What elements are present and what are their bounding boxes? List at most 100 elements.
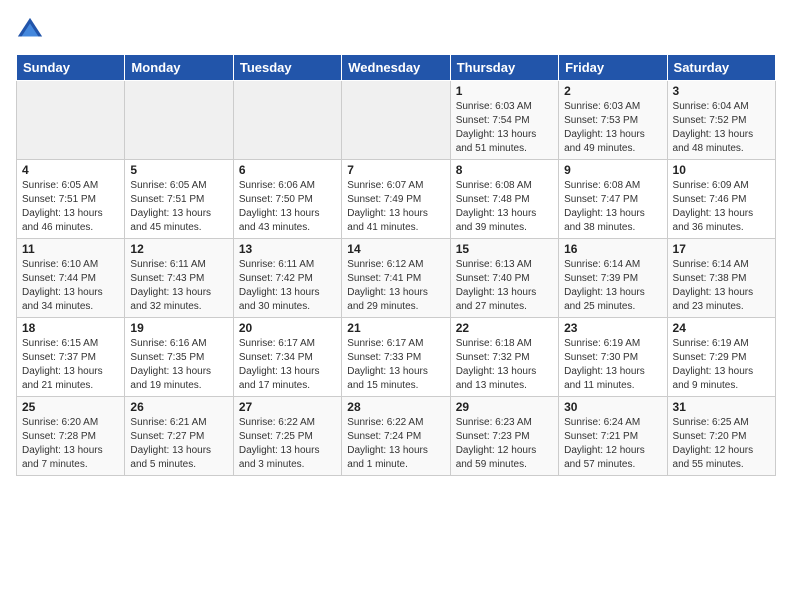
calendar-cell — [342, 81, 450, 160]
day-info: Sunrise: 6:07 AM Sunset: 7:49 PM Dayligh… — [347, 179, 444, 235]
day-info: Sunrise: 6:21 AM Sunset: 7:27 PM Dayligh… — [130, 416, 227, 472]
calendar-cell: 9 Sunrise: 6:08 AM Sunset: 7:47 PM Daylig… — [559, 160, 667, 239]
day-info: Sunrise: 6:05 AM Sunset: 7:51 PM Dayligh… — [22, 179, 119, 235]
week-row-4: 25Sunrise: 6:20 AM Sunset: 7:28 PM Dayli… — [17, 397, 776, 476]
day-number: 27 — [239, 400, 336, 414]
day-info: Sunrise: 6:13 AM Sunset: 7:40 PM Dayligh… — [456, 258, 553, 314]
calendar-cell: 6 Sunrise: 6:06 AM Sunset: 7:50 PM Daylig… — [233, 160, 341, 239]
day-info: Sunrise: 6:03 AM Sunset: 7:53 PM Dayligh… — [564, 100, 661, 156]
day-number: 21 — [347, 321, 444, 335]
day-info: Sunrise: 6:16 AM Sunset: 7:35 PM Dayligh… — [130, 337, 227, 393]
week-row-1: 4Sunrise: 6:05 AM Sunset: 7:51 PM Daylig… — [17, 160, 776, 239]
calendar-cell: 2 Sunrise: 6:03 AM Sunset: 7:53 PM Daylig… — [559, 81, 667, 160]
day-number: 17 — [673, 242, 770, 256]
day-number: 30 — [564, 400, 661, 414]
day-info: Sunrise: 6:17 AM Sunset: 7:34 PM Dayligh… — [239, 337, 336, 393]
calendar-cell: 28 Sunrise: 6:22 AM Sunset: 7:24 PM Dayli… — [342, 397, 450, 476]
calendar-cell: 5 Sunrise: 6:05 AM Sunset: 7:51 PM Daylig… — [125, 160, 233, 239]
calendar-cell: 14 Sunrise: 6:12 AM Sunset: 7:41 PM Dayli… — [342, 239, 450, 318]
day-info: Sunrise: 6:15 AM Sunset: 7:37 PM Dayligh… — [22, 337, 119, 393]
day-number: 14 — [347, 242, 444, 256]
day-info: Sunrise: 6:03 AM Sunset: 7:54 PM Dayligh… — [456, 100, 553, 156]
day-number: 24 — [673, 321, 770, 335]
day-info: Sunrise: 6:08 AM Sunset: 7:47 PM Dayligh… — [564, 179, 661, 235]
calendar-cell: 29Sunrise: 6:23 AM Sunset: 7:23 PM Dayli… — [450, 397, 558, 476]
calendar-cell: 16 Sunrise: 6:14 AM Sunset: 7:39 PM Dayli… — [559, 239, 667, 318]
calendar-cell: 13 Sunrise: 6:11 AM Sunset: 7:42 PM Dayli… — [233, 239, 341, 318]
weekday-monday: Monday — [125, 55, 233, 81]
day-number: 5 — [130, 163, 227, 177]
calendar-cell — [17, 81, 125, 160]
day-number: 13 — [239, 242, 336, 256]
day-info: Sunrise: 6:22 AM Sunset: 7:24 PM Dayligh… — [347, 416, 444, 472]
day-number: 25 — [22, 400, 119, 414]
day-number: 18 — [22, 321, 119, 335]
day-number: 11 — [22, 242, 119, 256]
calendar-cell: 7 Sunrise: 6:07 AM Sunset: 7:49 PM Daylig… — [342, 160, 450, 239]
day-number: 9 — [564, 163, 661, 177]
week-row-3: 18 Sunrise: 6:15 AM Sunset: 7:37 PM Dayli… — [17, 318, 776, 397]
day-info: Sunrise: 6:14 AM Sunset: 7:39 PM Dayligh… — [564, 258, 661, 314]
day-info: Sunrise: 6:09 AM Sunset: 7:46 PM Dayligh… — [673, 179, 770, 235]
weekday-wednesday: Wednesday — [342, 55, 450, 81]
day-info: Sunrise: 6:18 AM Sunset: 7:32 PM Dayligh… — [456, 337, 553, 393]
logo-icon — [16, 16, 44, 44]
calendar-cell: 12Sunrise: 6:11 AM Sunset: 7:43 PM Dayli… — [125, 239, 233, 318]
day-info: Sunrise: 6:19 AM Sunset: 7:29 PM Dayligh… — [673, 337, 770, 393]
day-info: Sunrise: 6:11 AM Sunset: 7:42 PM Dayligh… — [239, 258, 336, 314]
calendar-cell — [125, 81, 233, 160]
day-number: 26 — [130, 400, 227, 414]
day-info: Sunrise: 6:05 AM Sunset: 7:51 PM Dayligh… — [130, 179, 227, 235]
calendar-cell: 22 Sunrise: 6:18 AM Sunset: 7:32 PM Dayli… — [450, 318, 558, 397]
calendar-cell: 11 Sunrise: 6:10 AM Sunset: 7:44 PM Dayli… — [17, 239, 125, 318]
week-row-0: 1 Sunrise: 6:03 AM Sunset: 7:54 PM Daylig… — [17, 81, 776, 160]
logo — [16, 16, 48, 44]
weekday-friday: Friday — [559, 55, 667, 81]
day-info: Sunrise: 6:17 AM Sunset: 7:33 PM Dayligh… — [347, 337, 444, 393]
day-info: Sunrise: 6:10 AM Sunset: 7:44 PM Dayligh… — [22, 258, 119, 314]
day-number: 31 — [673, 400, 770, 414]
day-number: 1 — [456, 84, 553, 98]
page: SundayMondayTuesdayWednesdayThursdayFrid… — [0, 0, 792, 486]
calendar-cell: 18 Sunrise: 6:15 AM Sunset: 7:37 PM Dayli… — [17, 318, 125, 397]
day-number: 23 — [564, 321, 661, 335]
day-number: 22 — [456, 321, 553, 335]
weekday-thursday: Thursday — [450, 55, 558, 81]
day-info: Sunrise: 6:06 AM Sunset: 7:50 PM Dayligh… — [239, 179, 336, 235]
day-number: 28 — [347, 400, 444, 414]
calendar-cell: 15 Sunrise: 6:13 AM Sunset: 7:40 PM Dayli… — [450, 239, 558, 318]
calendar: SundayMondayTuesdayWednesdayThursdayFrid… — [16, 54, 776, 476]
calendar-cell: 1 Sunrise: 6:03 AM Sunset: 7:54 PM Daylig… — [450, 81, 558, 160]
day-info: Sunrise: 6:25 AM Sunset: 7:20 PM Dayligh… — [673, 416, 770, 472]
day-info: Sunrise: 6:24 AM Sunset: 7:21 PM Dayligh… — [564, 416, 661, 472]
calendar-cell: 8Sunrise: 6:08 AM Sunset: 7:48 PM Daylig… — [450, 160, 558, 239]
day-number: 2 — [564, 84, 661, 98]
weekday-sunday: Sunday — [17, 55, 125, 81]
day-number: 20 — [239, 321, 336, 335]
day-number: 7 — [347, 163, 444, 177]
calendar-cell: 3Sunrise: 6:04 AM Sunset: 7:52 PM Daylig… — [667, 81, 775, 160]
day-number: 16 — [564, 242, 661, 256]
calendar-cell: 4Sunrise: 6:05 AM Sunset: 7:51 PM Daylig… — [17, 160, 125, 239]
calendar-cell: 27 Sunrise: 6:22 AM Sunset: 7:25 PM Dayli… — [233, 397, 341, 476]
calendar-cell: 30 Sunrise: 6:24 AM Sunset: 7:21 PM Dayli… — [559, 397, 667, 476]
calendar-cell: 19 Sunrise: 6:16 AM Sunset: 7:35 PM Dayli… — [125, 318, 233, 397]
calendar-cell: 25Sunrise: 6:20 AM Sunset: 7:28 PM Dayli… — [17, 397, 125, 476]
weekday-saturday: Saturday — [667, 55, 775, 81]
day-info: Sunrise: 6:22 AM Sunset: 7:25 PM Dayligh… — [239, 416, 336, 472]
day-info: Sunrise: 6:08 AM Sunset: 7:48 PM Dayligh… — [456, 179, 553, 235]
day-number: 6 — [239, 163, 336, 177]
day-number: 19 — [130, 321, 227, 335]
calendar-cell: 24 Sunrise: 6:19 AM Sunset: 7:29 PM Dayli… — [667, 318, 775, 397]
calendar-cell — [233, 81, 341, 160]
day-info: Sunrise: 6:14 AM Sunset: 7:38 PM Dayligh… — [673, 258, 770, 314]
calendar-cell: 26 Sunrise: 6:21 AM Sunset: 7:27 PM Dayli… — [125, 397, 233, 476]
calendar-cell: 31 Sunrise: 6:25 AM Sunset: 7:20 PM Dayli… — [667, 397, 775, 476]
calendar-cell: 17 Sunrise: 6:14 AM Sunset: 7:38 PM Dayli… — [667, 239, 775, 318]
weekday-header-row: SundayMondayTuesdayWednesdayThursdayFrid… — [17, 55, 776, 81]
day-info: Sunrise: 6:19 AM Sunset: 7:30 PM Dayligh… — [564, 337, 661, 393]
week-row-2: 11 Sunrise: 6:10 AM Sunset: 7:44 PM Dayli… — [17, 239, 776, 318]
day-info: Sunrise: 6:12 AM Sunset: 7:41 PM Dayligh… — [347, 258, 444, 314]
day-number: 29 — [456, 400, 553, 414]
day-number: 15 — [456, 242, 553, 256]
